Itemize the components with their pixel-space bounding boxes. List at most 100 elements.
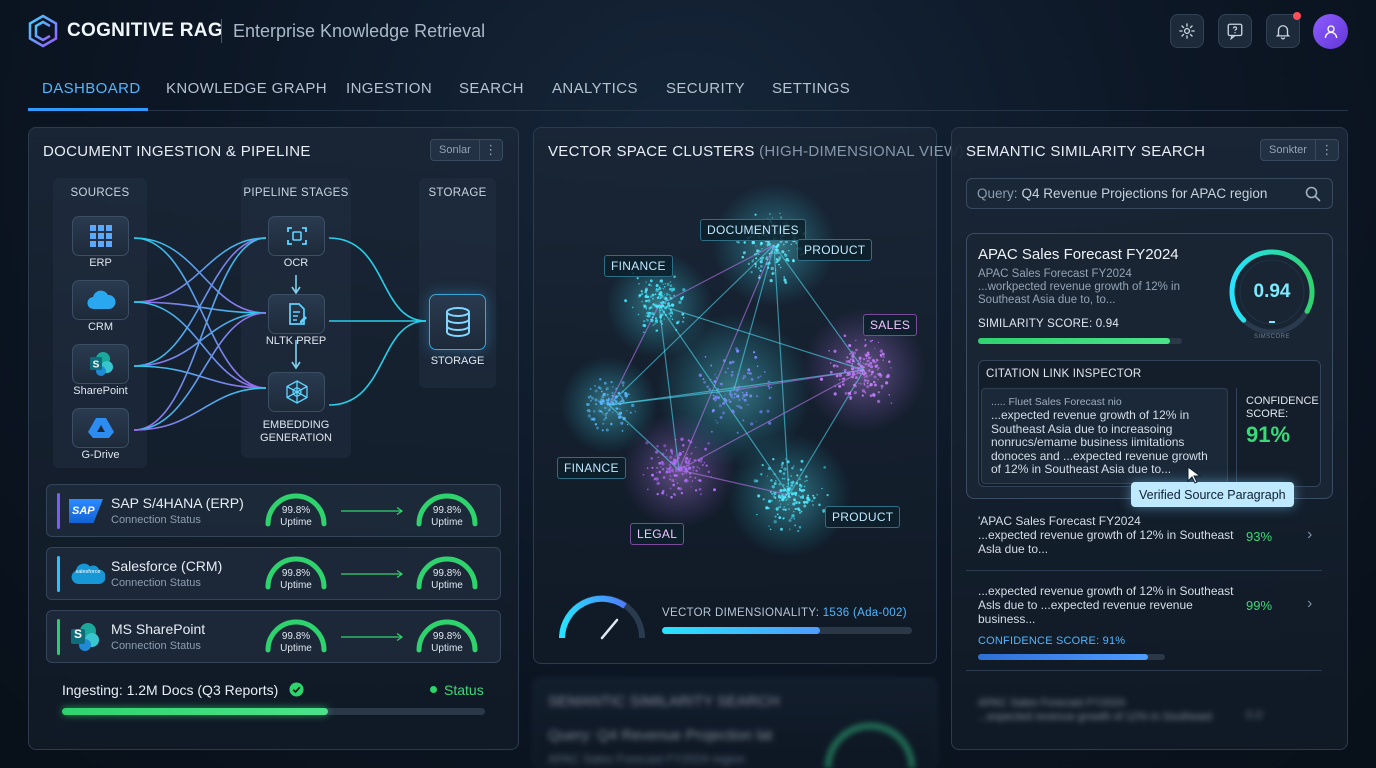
cluster-tag-product-top[interactable]: PRODUCT xyxy=(797,239,873,261)
source-node-sharepoint[interactable]: S xyxy=(72,344,129,384)
cluster-point xyxy=(877,341,880,343)
cluster-point xyxy=(784,253,787,256)
notifications-button[interactable] xyxy=(1266,12,1301,48)
stage-node-nltk[interactable] xyxy=(268,294,325,334)
cluster-point xyxy=(677,474,679,476)
confidence-score-value: 91% xyxy=(1246,422,1291,447)
cluster-point xyxy=(678,300,682,305)
query-prefix: Query: xyxy=(977,186,1018,201)
cluster-point xyxy=(799,468,803,472)
source-node-crm[interactable] xyxy=(72,280,129,320)
search-icon[interactable] xyxy=(1305,186,1321,202)
cluster-point xyxy=(750,422,754,426)
cluster-point xyxy=(722,401,726,405)
cluster-point xyxy=(688,466,692,470)
cluster-point xyxy=(774,515,777,518)
stage-node-embedding[interactable] xyxy=(268,372,325,412)
cluster-point xyxy=(654,321,657,323)
cluster-point xyxy=(682,320,685,323)
tab-settings[interactable]: SETTINGS xyxy=(772,80,850,97)
cluster-point xyxy=(648,312,650,314)
cluster-point xyxy=(603,418,606,421)
cluster-point xyxy=(600,398,603,401)
user-avatar[interactable] xyxy=(1313,14,1348,49)
cluster-point xyxy=(850,364,853,367)
cluster-point xyxy=(645,299,648,303)
cluster-point xyxy=(669,308,673,312)
cluster-point xyxy=(592,417,596,421)
tab-search[interactable]: SEARCH xyxy=(459,80,524,97)
cluster-point xyxy=(682,288,686,292)
cluster-point xyxy=(713,488,716,492)
cluster-point xyxy=(841,378,844,380)
cluster-point xyxy=(685,461,688,464)
tab-dashboard[interactable]: DASHBOARD xyxy=(42,80,141,97)
cluster-point xyxy=(777,245,779,248)
cluster-point xyxy=(624,299,627,303)
cluster-point xyxy=(729,390,732,393)
more-options-icon[interactable]: ⋮ xyxy=(1316,142,1338,158)
cluster-point xyxy=(759,260,763,264)
cluster-point xyxy=(724,399,728,402)
cluster-tag-documents[interactable]: DOCUMENTIES xyxy=(700,219,806,241)
tab-knowledge-graph[interactable]: KNOWLEDGE GRAPH xyxy=(166,80,327,97)
source-node-erp[interactable] xyxy=(72,216,129,256)
cluster-point xyxy=(656,329,659,332)
cluster-point xyxy=(773,491,777,495)
cluster-point xyxy=(776,513,779,516)
cluster-point xyxy=(648,307,651,310)
cluster-point xyxy=(631,306,634,309)
stage-node-ocr[interactable] xyxy=(268,216,325,256)
cluster-point xyxy=(766,475,769,477)
cluster-point xyxy=(758,250,761,252)
cluster-tag-sales[interactable]: SALES xyxy=(863,314,918,336)
storage-node[interactable] xyxy=(429,294,486,350)
cluster-point xyxy=(869,340,873,343)
cluster-point xyxy=(865,392,867,394)
cluster-point xyxy=(610,398,613,401)
tab-analytics[interactable]: ANALYTICS xyxy=(552,80,638,97)
cluster-tag-product-bottom[interactable]: PRODUCT xyxy=(825,506,901,528)
source-node-gdrive[interactable] xyxy=(72,408,129,448)
panel-filter-label[interactable]: Sonkter xyxy=(1261,140,1316,160)
cluster-point xyxy=(680,437,684,441)
chevron-right-icon[interactable]: › xyxy=(1307,595,1312,613)
cluster-point xyxy=(870,365,874,369)
tab-security[interactable]: SECURITY xyxy=(666,80,745,97)
cluster-point xyxy=(866,382,869,385)
cluster-tag-legal[interactable]: LEGAL xyxy=(630,523,685,545)
cluster-point xyxy=(615,387,618,390)
similarity-gauge-caption: SIMSCORE xyxy=(1253,334,1290,340)
ghost-result-line: ...expected revenue growth of 12% in Sou… xyxy=(978,711,1213,723)
settings-button[interactable] xyxy=(1170,14,1204,48)
cluster-point xyxy=(693,459,696,461)
cluster-point xyxy=(794,524,797,527)
cluster-point xyxy=(849,391,852,393)
cluster-point xyxy=(756,249,760,253)
cluster-point xyxy=(619,401,621,403)
cluster-point xyxy=(773,520,777,524)
cluster-point xyxy=(676,482,679,484)
cluster-point xyxy=(666,455,668,458)
cluster-point xyxy=(754,213,757,216)
status-label: Status xyxy=(444,682,484,698)
chevron-right-icon[interactable]: › xyxy=(1307,526,1312,544)
search-panel-menu[interactable]: Sonkter ⋮ xyxy=(1260,139,1339,161)
citation-line-2: ...expected revenue growth of 12% in xyxy=(991,408,1190,422)
cluster-point xyxy=(631,403,635,408)
cluster-point xyxy=(729,400,732,404)
help-chat-button[interactable] xyxy=(1218,14,1252,48)
cluster-point xyxy=(700,457,703,461)
cluster-point xyxy=(600,411,603,413)
cluster-point xyxy=(816,493,819,496)
drive-icon xyxy=(87,418,114,438)
search-query-input[interactable]: Query: Q4 Revenue Projections for APAC r… xyxy=(966,178,1333,209)
tab-ingestion[interactable]: INGESTION xyxy=(346,80,432,97)
cluster-point xyxy=(803,485,806,488)
cluster-point xyxy=(689,472,692,475)
cluster-point xyxy=(856,367,860,370)
cluster-point xyxy=(782,508,785,511)
cluster-tag-finance-bottom[interactable]: FINANCE xyxy=(557,457,626,479)
cluster-tag-finance-top[interactable]: FINANCE xyxy=(604,255,673,277)
cluster-point xyxy=(714,395,718,399)
